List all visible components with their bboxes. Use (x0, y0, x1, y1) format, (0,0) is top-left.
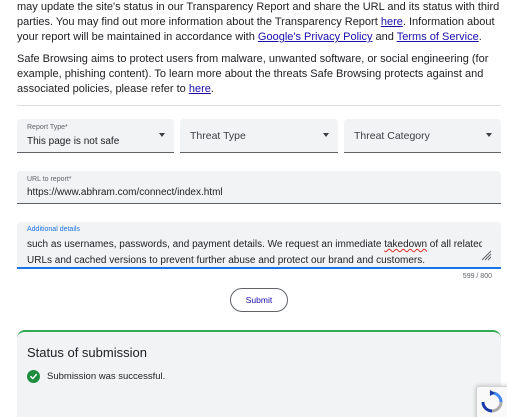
details-line: such as usernames, passwords, and paymen… (27, 237, 482, 253)
report-type-label: Report Type* (27, 124, 68, 131)
character-counter: 599 / 800 (462, 273, 492, 280)
safe-browsing-paragraph: Safe Browsing aims to protect users from… (17, 52, 503, 97)
paragraph-text: . (478, 31, 482, 43)
terms-of-service-link[interactable]: Terms of Service (397, 31, 479, 43)
additional-details-label: Additional details (27, 226, 80, 233)
recaptcha-icon (481, 390, 503, 413)
details-text: of all related (427, 239, 482, 250)
threat-category-placeholder: Threat Category (354, 130, 430, 142)
report-type-value: This page is not safe (27, 136, 120, 147)
url-label: URL to report* (27, 176, 72, 183)
privacy-policy-link[interactable]: Google's Privacy Policy (258, 31, 373, 43)
misspelled-word: takedown (384, 239, 428, 250)
recaptcha-badge[interactable] (476, 386, 507, 417)
url-input[interactable]: URL to report* https://www.abhram.com/co… (17, 171, 501, 204)
threat-type-select[interactable]: Threat Type (180, 119, 338, 153)
threat-type-placeholder: Threat Type (190, 130, 246, 142)
safe-browsing-policies-link[interactable]: here (189, 83, 211, 95)
status-message: Submission was successful. (47, 371, 166, 382)
caret-down-icon (486, 133, 492, 137)
status-message-row: Submission was successful. (27, 370, 165, 383)
check-circle-icon (27, 370, 40, 383)
caret-down-icon (323, 133, 329, 137)
additional-details-textarea[interactable]: Additional details such as usernames, pa… (17, 222, 501, 269)
details-line: URLs and cached versions to prevent furt… (27, 254, 426, 266)
section-divider (17, 105, 501, 106)
additional-details-text: such as usernames, passwords, and paymen… (27, 237, 482, 268)
status-card: Status of submission Submission was succ… (17, 330, 501, 417)
details-text: such as usernames, passwords, and paymen… (27, 239, 385, 250)
transparency-paragraph: may update the site's status in our Tran… (17, 0, 503, 45)
report-type-select[interactable]: Report Type* This page is not safe (17, 119, 174, 153)
caret-down-icon (159, 133, 165, 137)
paragraph-text: Safe Browsing aims to protect users from… (17, 53, 489, 95)
transparency-report-link[interactable]: here (381, 16, 403, 28)
resize-handle-icon[interactable] (480, 249, 492, 261)
url-value: https://www.abhram.com/connect/index.htm… (27, 187, 223, 198)
status-title: Status of submission (27, 345, 147, 360)
submit-button[interactable]: Submit (230, 288, 288, 312)
paragraph-text: . (210, 83, 214, 95)
paragraph-text: and (372, 31, 397, 43)
threat-category-select[interactable]: Threat Category (344, 119, 501, 153)
